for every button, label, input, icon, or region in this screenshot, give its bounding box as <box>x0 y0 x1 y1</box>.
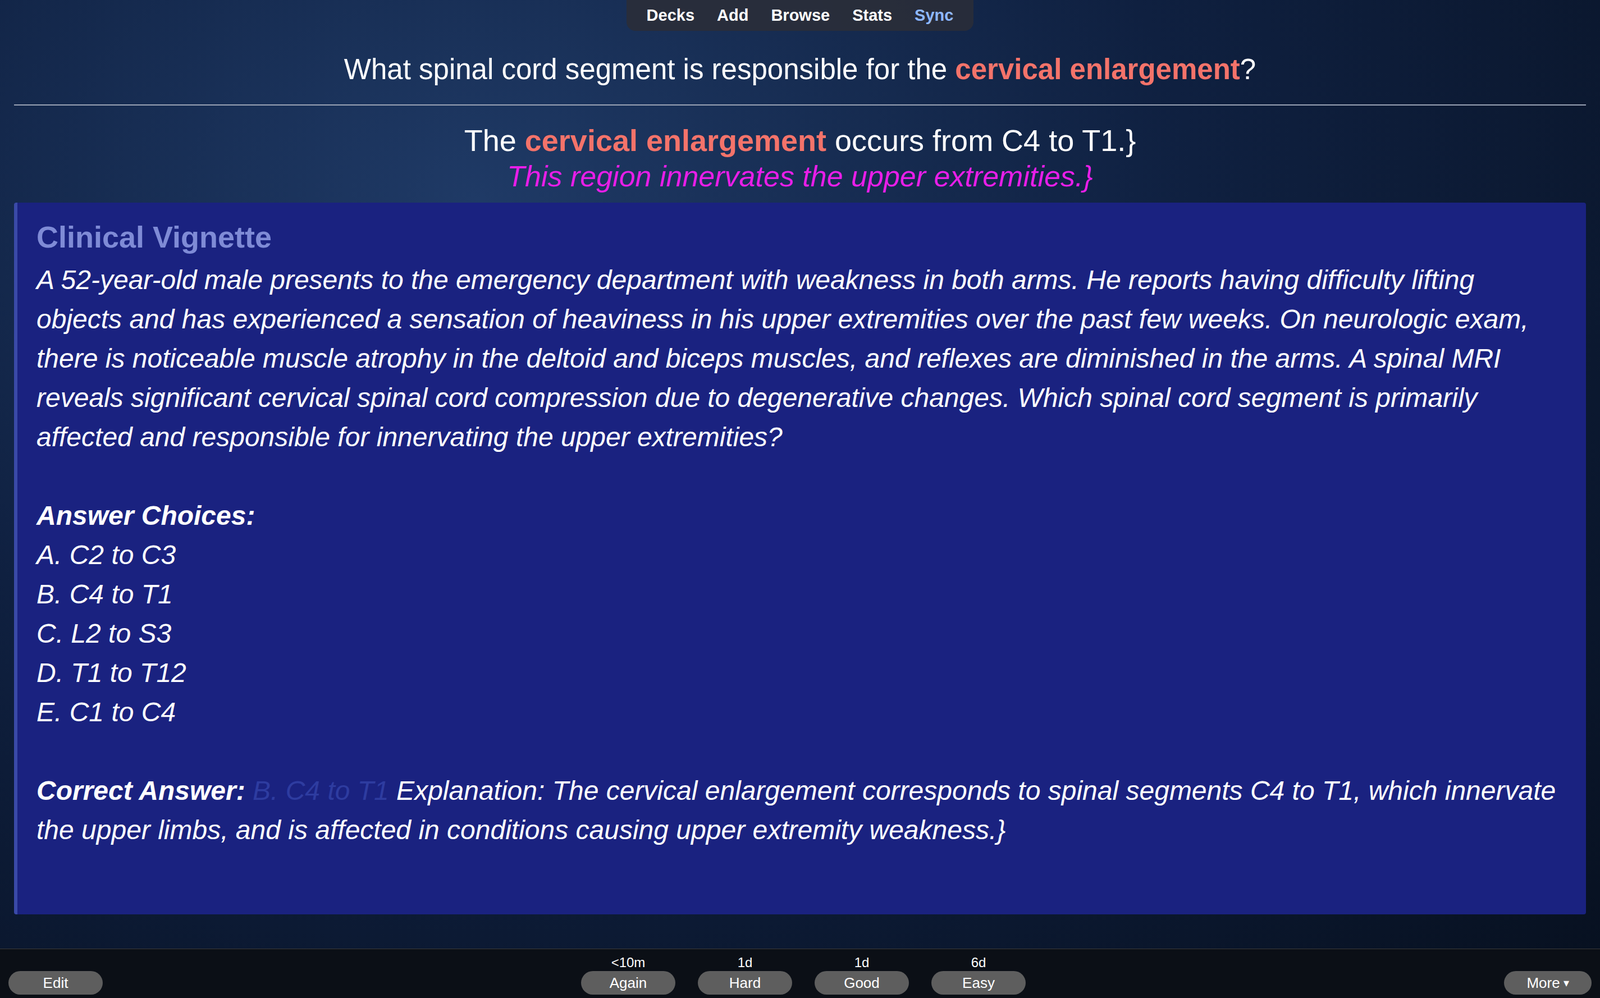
top-nav: Decks Add Browse Stats Sync <box>0 0 1600 31</box>
divider <box>14 104 1586 106</box>
answer-button[interactable]: Easy <box>931 971 1026 995</box>
choices-label: Answer Choices: <box>36 496 1567 536</box>
vignette-title: Clinical Vignette <box>36 217 1567 257</box>
answer-group: 1dHard <box>697 953 793 995</box>
edit-button[interactable]: Edit <box>8 971 103 995</box>
nav-link[interactable]: Browse <box>770 3 830 29</box>
interval-label: 1d <box>854 953 870 972</box>
interval-label: <10m <box>611 953 646 972</box>
answer-note: This region innervates the upper extremi… <box>0 158 1600 194</box>
question: What spinal cord segment is responsible … <box>0 52 1600 87</box>
answer-button[interactable]: Good <box>814 971 909 995</box>
nav-link[interactable]: Sync <box>914 3 954 29</box>
dropdown-icon: ▾ <box>1563 974 1570 992</box>
bottom-toolbar: Edit<10mAgain1dHard1dGood6dEasyMore▾ <box>0 948 1600 998</box>
interval-label: 1d <box>737 953 753 972</box>
answer-choice: E. C1 to C4 <box>36 692 1567 733</box>
review-screen: Decks Add Browse Stats Sync What spinal cord … <box>0 0 1600 998</box>
vignette-panel: Clinical VignetteA 52-year-old male pres… <box>14 202 1586 915</box>
answer: The cervical enlargement occurs from C4 … <box>0 122 1600 159</box>
nav-link[interactable]: Decks <box>646 3 695 29</box>
answer-choice: C. L2 to S3 <box>36 614 1567 654</box>
vignette-text: A 52-year-old male presents to the emerg… <box>36 260 1567 457</box>
nav-link[interactable]: Add <box>716 3 749 29</box>
answer-choice: A. C2 to C3 <box>36 535 1567 575</box>
answer-choice: D. T1 to T12 <box>36 653 1567 693</box>
answer-group: 1dGood <box>814 953 909 995</box>
nav-link[interactable]: Stats <box>852 3 893 29</box>
answer-button[interactable]: Again <box>581 971 676 995</box>
answer-group: 6dEasy <box>931 953 1026 995</box>
answer-choice: B. C4 to T1 <box>36 574 1567 615</box>
answer-button[interactable]: Hard <box>697 971 793 995</box>
answer-group: <10mAgain <box>581 953 676 995</box>
interval-label: 6d <box>971 953 987 972</box>
more-button[interactable]: More▾ <box>1504 971 1592 995</box>
correct-answer: Correct Answer: B. C4 to T1 Explanation:… <box>36 771 1567 850</box>
